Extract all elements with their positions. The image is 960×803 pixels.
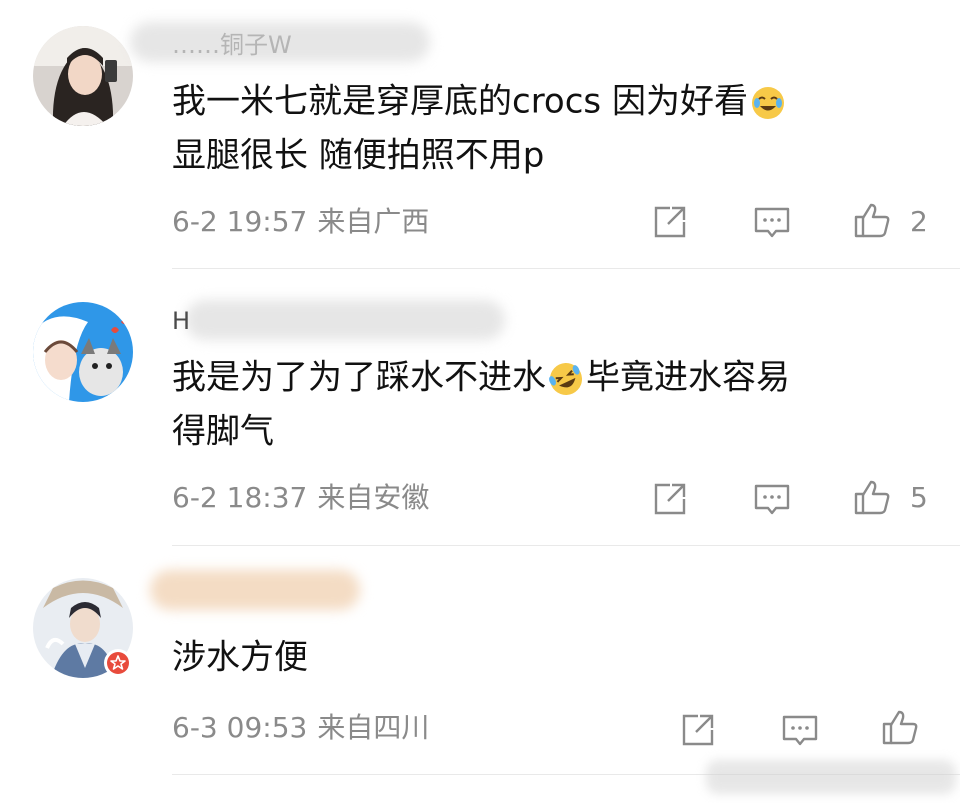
comment-text-line-2: 显腿很长 随便拍照不用p bbox=[172, 135, 545, 175]
comment-meta: 6-3 09:53 来自四川 bbox=[172, 710, 429, 746]
avatar[interactable] bbox=[33, 26, 133, 126]
like-count: 5 bbox=[910, 481, 928, 514]
avatar[interactable] bbox=[33, 302, 133, 402]
comment-icon bbox=[754, 484, 790, 515]
share-icon bbox=[654, 206, 686, 238]
like-button[interactable] bbox=[880, 707, 920, 747]
comment-meta: 6-2 18:37 来自安徽 bbox=[172, 480, 429, 516]
comment-text-line-1: 我是为了为了踩水不进水 bbox=[172, 357, 546, 398]
comment-time: 6-2 18:37 bbox=[172, 481, 308, 514]
username[interactable]: ……铜子W bbox=[172, 30, 292, 60]
crying-laughing-emoji-icon bbox=[750, 84, 786, 120]
username[interactable]: H bbox=[172, 306, 190, 336]
thumbs-up-icon bbox=[854, 480, 890, 515]
watermark bbox=[706, 760, 956, 794]
comment-location: 来自四川 bbox=[317, 711, 430, 744]
reply-button[interactable] bbox=[780, 710, 820, 750]
comment-meta: 6-2 19:57 来自广西 bbox=[172, 204, 429, 240]
username-redaction bbox=[185, 300, 505, 340]
like-button[interactable] bbox=[852, 200, 892, 240]
thumbs-up-icon bbox=[854, 203, 890, 238]
share-button[interactable] bbox=[678, 710, 718, 750]
divider bbox=[172, 545, 960, 546]
comment-location: 来自广西 bbox=[317, 205, 430, 238]
comment-time: 6-3 09:53 bbox=[172, 711, 308, 744]
like-count: 2 bbox=[910, 205, 928, 238]
comment-text-line-1b: 毕竟进水容易 bbox=[586, 357, 790, 398]
comment-text: 涉水方便 bbox=[172, 630, 912, 684]
comment-text: 我是为了为了踩水不进水 毕竟进水容易 得脚气 bbox=[172, 350, 912, 457]
like-button[interactable] bbox=[852, 477, 892, 517]
share-icon bbox=[654, 483, 686, 515]
comment-icon bbox=[782, 715, 818, 746]
comment-location: 来自安徽 bbox=[317, 481, 430, 514]
comment-text-line-1: 我一米七就是穿厚底的crocs 因为好看 bbox=[172, 81, 748, 122]
verified-badge-icon bbox=[104, 649, 132, 677]
comment-icon bbox=[754, 207, 790, 238]
divider bbox=[172, 268, 960, 269]
username-redaction bbox=[150, 570, 360, 610]
comment-time: 6-2 19:57 bbox=[172, 205, 308, 238]
comment-text: 我一米七就是穿厚底的crocs 因为好看 显腿很长 随便拍照不用p bbox=[172, 74, 912, 181]
share-button[interactable] bbox=[650, 202, 690, 242]
rofl-emoji-icon bbox=[548, 360, 584, 396]
reply-button[interactable] bbox=[752, 202, 792, 242]
share-button[interactable] bbox=[650, 479, 690, 519]
thumbs-up-icon bbox=[882, 710, 918, 745]
comment-text-line-1: 涉水方便 bbox=[172, 637, 308, 678]
comment-text-line-2: 得脚气 bbox=[172, 411, 274, 451]
reply-button[interactable] bbox=[752, 479, 792, 519]
share-icon bbox=[682, 714, 714, 746]
